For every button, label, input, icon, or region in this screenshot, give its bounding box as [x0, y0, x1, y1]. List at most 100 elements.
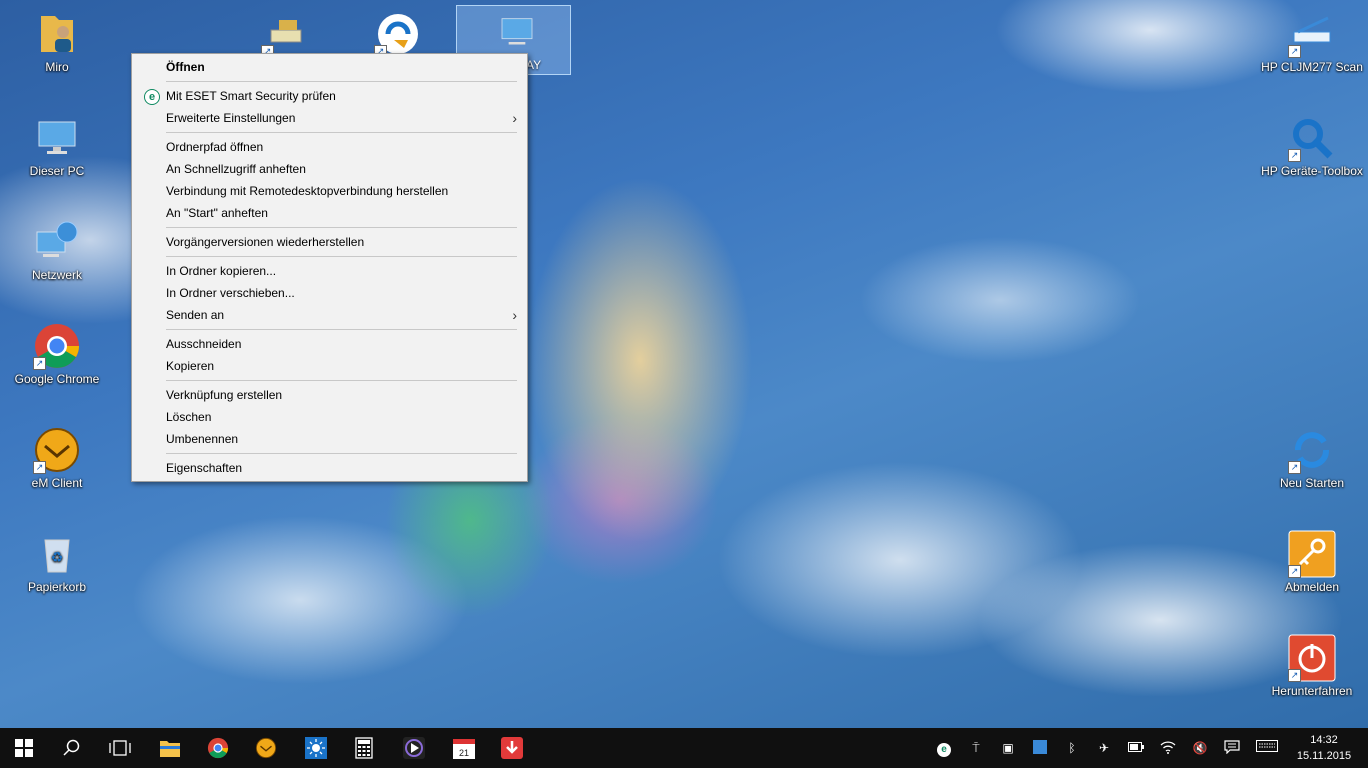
desktop-icon-label: Miro [45, 60, 69, 74]
device-icon[interactable]: ▣ [1000, 740, 1016, 756]
menu-item-open[interactable]: Öffnen [132, 56, 527, 78]
menu-item-label: Eigenschaften [166, 461, 243, 475]
media-play-icon [403, 737, 425, 759]
menu-item-restore-versions[interactable]: Vorgängerversionen wiederherstellen [132, 231, 527, 253]
task-view-icon [109, 740, 131, 756]
bluetooth-icon[interactable]: ᛒ [1064, 740, 1080, 756]
menu-separator [166, 227, 517, 228]
menu-item-copy-to-folder[interactable]: In Ordner kopieren... [132, 260, 527, 282]
menu-item-label: Löschen [166, 410, 212, 424]
em-client-icon: ↗ [33, 426, 81, 474]
menu-item-remote-desktop[interactable]: Verbindung mit Remotedesktopverbindung h… [132, 180, 527, 202]
chevron-right-icon: › [512, 307, 517, 323]
taskbar: 21 e ⍑ ▣ ᛒ ✈ 🔇 14:32 15.11.2015 [0, 728, 1368, 768]
desktop-icon-restart[interactable]: ↗ Neu Starten [1260, 420, 1364, 490]
desktop-icon-label: AY [526, 58, 542, 72]
shortcut-arrow-icon: ↗ [1288, 45, 1301, 58]
menu-item-delete[interactable]: Löschen [132, 406, 527, 428]
desktop-icon-label: Herunterfahren [1271, 684, 1353, 698]
task-view-button[interactable] [96, 728, 144, 768]
menu-separator [166, 453, 517, 454]
download-arrow-icon [501, 737, 523, 759]
menu-item-pin-quick-access[interactable]: An Schnellzugriff anheften [132, 158, 527, 180]
desktop-icon-hp-scan[interactable]: ↗ HP CLJM277 Scan [1260, 4, 1364, 74]
menu-item-label: Kopieren [166, 359, 215, 373]
desktop-icon-partial-2[interactable]: ↗ [348, 4, 448, 60]
desktop-icon-miro[interactable]: Miro [7, 4, 107, 74]
system-clock[interactable]: 14:32 15.11.2015 [1292, 732, 1356, 764]
taskbar-em-client[interactable] [242, 728, 290, 768]
search-icon [63, 739, 80, 756]
desktop-icon-network[interactable]: Netzwerk [7, 212, 107, 282]
desktop-icon-this-pc[interactable]: Dieser PC [7, 108, 107, 178]
volume-muted-icon[interactable]: 🔇 [1192, 740, 1208, 756]
eset-tray-icon[interactable]: e [936, 740, 952, 757]
computer-icon [501, 18, 533, 45]
sun-icon [305, 737, 327, 759]
em-client-icon [255, 737, 277, 759]
search-button[interactable] [48, 728, 96, 768]
taskbar-download-app[interactable] [488, 728, 536, 768]
battery-icon[interactable] [1128, 740, 1144, 756]
menu-item-advanced-settings[interactable]: Erweiterte Einstellungen › [132, 107, 527, 129]
menu-separator [166, 256, 517, 257]
desktop-icon-label: HP Geräte-Toolbox [1261, 164, 1363, 178]
calculator-icon [355, 737, 373, 759]
desktop-icon-hp-toolbox[interactable]: ↗ HP Geräte-Toolbox [1260, 108, 1364, 178]
menu-item-eset-scan[interactable]: e Mit ESET Smart Security prüfen [132, 85, 527, 107]
taskbar-chrome[interactable] [194, 728, 242, 768]
menu-item-label: Verbindung mit Remotedesktopverbindung h… [166, 184, 449, 198]
taskbar-file-explorer[interactable] [146, 728, 194, 768]
keyboard-icon[interactable] [1256, 740, 1278, 756]
menu-item-open-folder-path[interactable]: Ordnerpfad öffnen [132, 136, 527, 158]
menu-item-label: Ausschneiden [166, 337, 242, 351]
desktop-icon-shutdown[interactable]: ↗ Herunterfahren [1260, 628, 1364, 698]
windows-logo-icon [15, 739, 33, 757]
menu-item-label: Mit ESET Smart Security prüfen [166, 89, 336, 103]
chrome-icon [207, 737, 229, 759]
taskbar-media-player[interactable] [390, 728, 438, 768]
notifications-icon[interactable] [1224, 740, 1240, 756]
menu-item-copy[interactable]: Kopieren [132, 355, 527, 377]
desktop-icon-label: Papierkorb [27, 580, 87, 594]
menu-item-label: Verknüpfung erstellen [166, 388, 283, 402]
chrome-icon: ↗ [33, 322, 81, 370]
menu-item-rename[interactable]: Umbenennen [132, 428, 527, 450]
menu-item-label: In Ordner kopieren... [166, 264, 277, 278]
computer-icon [33, 114, 81, 162]
shortcut-arrow-icon: ↗ [33, 461, 46, 474]
desktop-icon-em-client[interactable]: ↗ eM Client [7, 420, 107, 490]
desktop-icon-partial-1[interactable]: ↗ [235, 4, 335, 60]
eset-icon: e [144, 89, 160, 105]
wifi-icon[interactable] [1160, 740, 1176, 756]
taskbar-calendar-app[interactable]: 21 [440, 728, 488, 768]
menu-separator [166, 380, 517, 381]
start-button[interactable] [0, 728, 48, 768]
folder-icon [160, 741, 180, 757]
desktop-icon-google-chrome[interactable]: ↗ Google Chrome [7, 316, 107, 386]
menu-item-cut[interactable]: Ausschneiden [132, 333, 527, 355]
menu-item-label: An "Start" anheften [166, 206, 268, 220]
desktop-icon-logout[interactable]: ↗ Abmelden [1260, 524, 1364, 594]
shortcut-arrow-icon: ↗ [1288, 669, 1301, 682]
scanner-icon: ↗ [1288, 10, 1336, 58]
taskbar-calculator[interactable] [340, 728, 388, 768]
app-tray-icon[interactable] [1032, 740, 1048, 756]
sync-app-icon: ↗ [374, 10, 422, 58]
svg-text:21: 21 [459, 748, 469, 758]
menu-item-pin-start[interactable]: An "Start" anheften [132, 202, 527, 224]
satellite-icon[interactable]: ✈ [1096, 740, 1112, 756]
desktop-icon-recycle-bin[interactable]: ♻ Papierkorb [7, 524, 107, 594]
menu-item-create-shortcut[interactable]: Verknüpfung erstellen [132, 384, 527, 406]
taskbar-brightness-app[interactable] [292, 728, 340, 768]
menu-item-label: Umbenennen [166, 432, 239, 446]
desktop-icon-label: HP CLJM277 Scan [1261, 60, 1363, 74]
menu-item-move-to-folder[interactable]: In Ordner verschieben... [132, 282, 527, 304]
menu-item-properties[interactable]: Eigenschaften [132, 457, 527, 479]
menu-separator [166, 132, 517, 133]
usb-icon[interactable]: ⍑ [968, 740, 984, 756]
recycle-bin-icon: ♻ [33, 530, 81, 578]
shortcut-arrow-icon: ↗ [33, 357, 46, 370]
app-shortcut-icon: ↗ [261, 10, 309, 58]
menu-item-send-to[interactable]: Senden an › [132, 304, 527, 326]
